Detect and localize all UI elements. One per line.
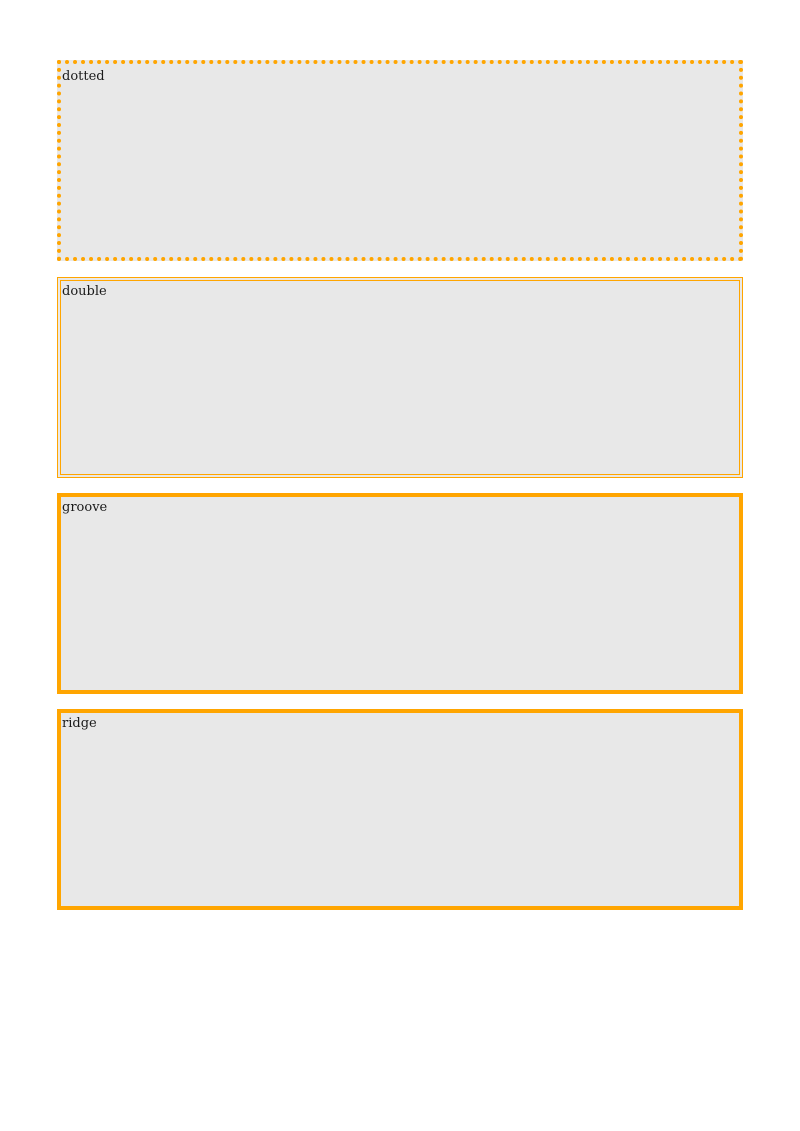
groove-border-box: groove xyxy=(57,493,743,694)
double-border-box: double xyxy=(57,277,743,478)
box-label: double xyxy=(62,284,107,299)
box-label: dotted xyxy=(62,69,105,84)
dotted-border-box: dotted xyxy=(57,60,743,261)
ridge-border-box: ridge xyxy=(57,709,743,910)
box-label: ridge xyxy=(62,716,97,731)
box-label: groove xyxy=(62,500,108,515)
